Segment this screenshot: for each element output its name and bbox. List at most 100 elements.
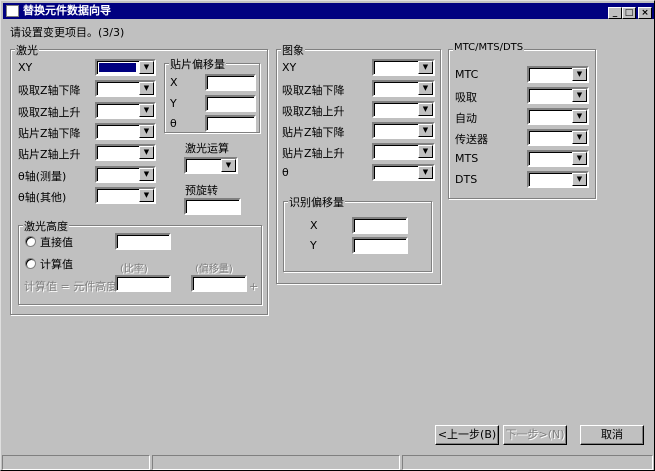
placement-offset-label: 贴片偏移量: [169, 56, 226, 72]
laser-rows-label: 贴片Z轴上升: [18, 148, 81, 162]
recog-rows-label: X: [310, 219, 318, 232]
direct-value-label: 直接值: [40, 236, 73, 249]
image-rows-combo[interactable]: ▼: [372, 143, 435, 160]
laser-calc-label: 激光运算: [185, 142, 229, 155]
laser-rows-label: XY: [18, 61, 33, 74]
back-button[interactable]: <上一步(B): [435, 425, 499, 445]
image-group-label: 图象: [281, 42, 305, 58]
plus-label: +: [249, 280, 259, 293]
laser-rows-label: 贴片Z轴下降: [18, 126, 81, 140]
chevron-down-icon[interactable]: ▼: [572, 131, 587, 144]
instruction-text: 请设置变更项目。(3/3): [10, 26, 125, 39]
chevron-down-icon[interactable]: ▼: [418, 82, 433, 95]
mtc-rows-combo[interactable]: ▼: [527, 87, 589, 104]
chevron-down-icon[interactable]: ▼: [139, 167, 154, 181]
image-rows-label: 吸取Z轴下降: [282, 84, 345, 97]
ratio-label: (比率): [120, 264, 148, 275]
offset-rows-label: θ: [170, 117, 177, 130]
chevron-down-icon[interactable]: ▼: [139, 103, 154, 117]
laser-rows-label: 吸取Z轴上升: [18, 105, 81, 119]
calc-value-radio[interactable]: [25, 258, 36, 269]
status-pane-2: [152, 455, 400, 470]
offset-rows-input[interactable]: [205, 74, 256, 91]
chevron-down-icon[interactable]: ▼: [139, 188, 154, 202]
direct-value-input[interactable]: [115, 233, 171, 250]
formula-label: 计算值 = 元件高度: [24, 280, 118, 293]
chevron-down-icon[interactable]: ▼: [139, 82, 154, 96]
chevron-down-icon[interactable]: ▼: [139, 124, 154, 138]
chevron-down-icon[interactable]: ▼: [418, 166, 433, 179]
image-rows-combo[interactable]: ▼: [372, 101, 435, 118]
offset-rows-label: Y: [170, 96, 177, 110]
mtc-rows-combo[interactable]: ▼: [527, 108, 589, 125]
chevron-down-icon[interactable]: ▼: [418, 145, 433, 158]
mtc-rows-combo[interactable]: ▼: [527, 129, 589, 146]
image-rows-combo[interactable]: ▼: [372, 122, 435, 139]
image-rows-combo[interactable]: ▼: [372, 164, 435, 181]
chevron-down-icon[interactable]: ▼: [139, 146, 154, 160]
maximize-button[interactable]: □: [622, 7, 636, 19]
mtc-group-label: MTC/MTS/DTS: [453, 42, 525, 53]
laser-calc-combo[interactable]: ▼: [184, 157, 238, 174]
chevron-down-icon[interactable]: ▼: [418, 61, 433, 74]
chevron-down-icon[interactable]: ▼: [572, 89, 587, 102]
next-button[interactable]: 下一步>(N): [503, 425, 567, 445]
chevron-down-icon[interactable]: ▼: [418, 103, 433, 116]
laser-rows-label: θ轴(其他): [18, 190, 67, 204]
chevron-down-icon[interactable]: ▼: [221, 159, 236, 172]
offset-rows-input[interactable]: [205, 115, 256, 132]
mtc-rows-label: 传送器: [455, 133, 488, 146]
cancel-button[interactable]: 取消: [580, 425, 644, 445]
laser-rows-combo[interactable]: ▼: [95, 101, 156, 119]
laser-height-label: 激光高度: [23, 218, 69, 234]
laser-rows-combo[interactable]: ▼: [95, 186, 156, 204]
chevron-down-icon[interactable]: ▼: [572, 152, 587, 165]
laser-group-label: 激光: [15, 42, 39, 58]
direct-value-radio[interactable]: [25, 236, 36, 247]
prerotate-label: 预旋转: [185, 184, 218, 197]
laser-rows-combo[interactable]: ▼: [95, 80, 156, 98]
laser-rows-combo[interactable]: ▼: [95, 122, 156, 140]
status-pane-3: [402, 455, 653, 470]
offset-rows-label: X: [170, 76, 178, 89]
image-rows-label: 贴片Z轴下降: [282, 126, 345, 139]
mtc-rows-label: MTC: [455, 68, 479, 81]
prerotate-input[interactable]: [184, 198, 241, 215]
laser-rows-combo[interactable]: ▼: [95, 144, 156, 162]
recog-rows-input[interactable]: [352, 237, 408, 254]
status-pane-1: [2, 455, 150, 470]
mtc-rows-combo[interactable]: ▼: [527, 66, 589, 83]
offset-rows-input[interactable]: [205, 94, 256, 112]
close-button[interactable]: ×: [638, 7, 652, 19]
calc-value-label: 计算值: [40, 258, 73, 271]
chevron-down-icon[interactable]: ▼: [572, 110, 587, 123]
offset-label: (偏移量): [195, 264, 233, 275]
mtc-rows-label: 自动: [455, 112, 477, 125]
image-rows-combo[interactable]: ▼: [372, 59, 435, 76]
chevron-down-icon[interactable]: ▼: [572, 173, 587, 186]
app-icon: [6, 5, 19, 17]
offset-input[interactable]: [191, 275, 247, 292]
mtc-rows-combo[interactable]: ▼: [527, 171, 589, 188]
image-rows-label: XY: [282, 61, 297, 74]
laser-rows-combo[interactable]: ▼: [95, 59, 156, 76]
laser-rows-combo[interactable]: ▼: [95, 165, 156, 183]
window-title: 替换元件数据向导: [23, 4, 111, 17]
laser-rows-label: 吸取Z轴下降: [18, 84, 81, 98]
recog-rows-input[interactable]: [352, 217, 408, 234]
ratio-input[interactable]: [115, 275, 171, 292]
recog-rows-label: Y: [310, 239, 317, 252]
title-bar: 替换元件数据向导 _ □ ×: [3, 3, 654, 19]
chevron-down-icon[interactable]: ▼: [139, 61, 154, 74]
image-rows-label: 吸取Z轴上升: [282, 105, 345, 118]
image-rows-label: θ: [282, 166, 289, 179]
minimize-button[interactable]: _: [608, 7, 622, 19]
image-rows-combo[interactable]: ▼: [372, 80, 435, 97]
chevron-down-icon[interactable]: ▼: [418, 124, 433, 137]
chevron-down-icon[interactable]: ▼: [572, 68, 587, 81]
mtc-rows-combo[interactable]: ▼: [527, 150, 589, 167]
recog-offset-label: 识别偏移量: [288, 194, 345, 210]
mtc-rows-label: 吸取: [455, 91, 477, 104]
laser-rows-label: θ轴(测量): [18, 169, 67, 183]
mtc-rows-label: MTS: [455, 152, 479, 165]
